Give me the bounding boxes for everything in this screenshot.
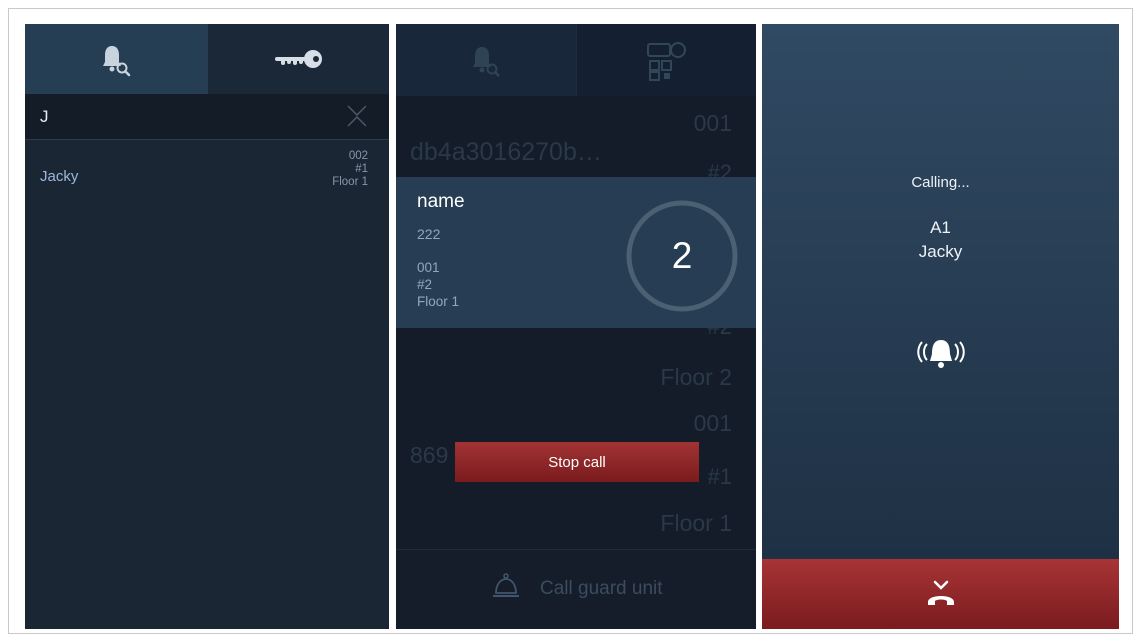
tab-key-qr[interactable] <box>576 24 756 96</box>
popup-code: 222 <box>417 226 441 242</box>
bg-contact-name: db4a3016270b… <box>410 138 602 166</box>
contact-code: 002 <box>348 150 368 162</box>
popup-unit: 001 <box>417 260 440 275</box>
call-popup-panel: 001 db4a3016270b… #2 #2 Floor 2 001 869 … <box>396 24 756 629</box>
key-icon <box>274 50 322 68</box>
call-guard-button[interactable]: Call guard unit <box>396 549 756 629</box>
tab-call-search[interactable] <box>396 24 576 96</box>
tab-bar <box>25 24 389 94</box>
bg-unit-code: 001 <box>693 410 732 436</box>
search-bar[interactable]: J <box>25 94 389 140</box>
call-target-unit: A1 <box>930 218 951 237</box>
bg-building: #1 <box>707 464 732 489</box>
popup-floor: Floor 1 <box>417 294 460 309</box>
call-target-name: Jacky <box>918 242 963 261</box>
bg-contact-name: 869 <box>410 442 449 468</box>
popup-building: #2 <box>417 277 433 292</box>
contact-location: 002 #1 Floor 1 <box>332 150 368 189</box>
call-status: Calling... <box>911 174 970 191</box>
clear-icon[interactable] <box>345 104 369 128</box>
bg-floor: Floor 2 <box>660 364 732 390</box>
calling-panel: Calling... A1 Jacky <box>762 24 1119 629</box>
ringing-bell-icon <box>917 340 965 368</box>
bell-desk-icon <box>493 573 519 597</box>
key-qr-icon <box>646 42 686 81</box>
bg-floor: Floor 1 <box>660 510 732 536</box>
popup-name: name <box>417 191 465 212</box>
bg-unit-code: 001 <box>693 110 732 136</box>
call-guard-label: Call guard unit <box>540 578 663 599</box>
countdown-number: 2 <box>671 235 693 276</box>
list-item[interactable]: Jacky 002 #1 Floor 1 <box>25 142 389 194</box>
hang-up-button[interactable] <box>762 559 1119 629</box>
tab-key[interactable] <box>207 24 389 94</box>
bell-search-icon <box>103 46 131 77</box>
tab-bar <box>396 24 756 96</box>
bell-search-icon <box>473 47 500 77</box>
contact-name: Jacky <box>40 168 79 185</box>
contact-building: #1 <box>355 163 368 175</box>
hang-up-icon <box>928 580 954 605</box>
tab-call-search[interactable] <box>25 24 207 94</box>
popup-location: 001 #2 Floor 1 <box>417 259 459 310</box>
contact-floor: Floor 1 <box>332 176 368 188</box>
stop-call-button[interactable]: Stop call <box>455 442 699 482</box>
search-panel: J Jacky 002 #1 Floor 1 <box>25 24 389 629</box>
call-popup: name 222 001 #2 Floor 1 2 <box>396 177 756 328</box>
search-input[interactable]: J <box>40 107 49 127</box>
